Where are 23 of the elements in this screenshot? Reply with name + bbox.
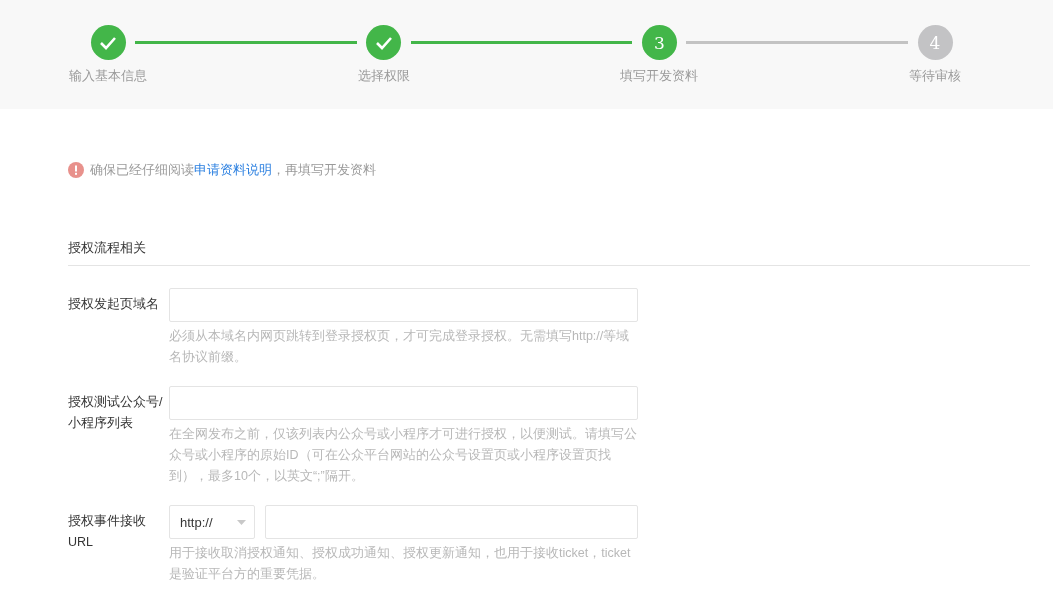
- field-label: 授权发起页域名: [68, 296, 160, 313]
- notice-text: 确保已经仔细阅读申请资料说明，再填写开发资料: [90, 161, 376, 179]
- scheme-select[interactable]: http://: [169, 505, 255, 539]
- text-input[interactable]: [169, 288, 638, 322]
- check-icon: [99, 35, 117, 50]
- step-label: 输入基本信息: [69, 67, 147, 85]
- section-title: 授权流程相关: [68, 239, 1030, 266]
- url-input[interactable]: [265, 505, 638, 539]
- field-label: 授权事件接收URL: [68, 513, 147, 551]
- step-circle: 3: [641, 25, 677, 60]
- field-hint: 必须从本域名内网页跳转到登录授权页，才可完成登录授权。无需填写http://等域名协议前缀。: [169, 328, 631, 366]
- step-circle: 4: [917, 25, 953, 60]
- step-label: 填写开发资料: [620, 67, 699, 85]
- field-hint: 在全网发布之前，仅该列表内公众号或小程序才可进行授权，以便测试。请填写公众号或小程序的原始ID（可在公众平台网站的公众号设置页或小程序设置页找到），最多10个，以英文“;”隔开。: [169, 426, 638, 485]
- caret-icon: [237, 519, 246, 525]
- field-label: 授权测试公众号/小程序列表: [68, 394, 163, 432]
- notice-link[interactable]: 申请资料说明: [194, 162, 272, 177]
- step-label: 选择权限: [357, 67, 410, 85]
- text-input[interactable]: [169, 386, 638, 420]
- field-hint: 用于接收取消授权通知、授权成功通知、授权更新通知，也用于接收ticket，ticket是验证平台方的重要凭据。: [169, 545, 632, 583]
- check-icon: [374, 35, 393, 50]
- warning-icon: [68, 162, 84, 178]
- step-label: 等待审核: [909, 67, 961, 85]
